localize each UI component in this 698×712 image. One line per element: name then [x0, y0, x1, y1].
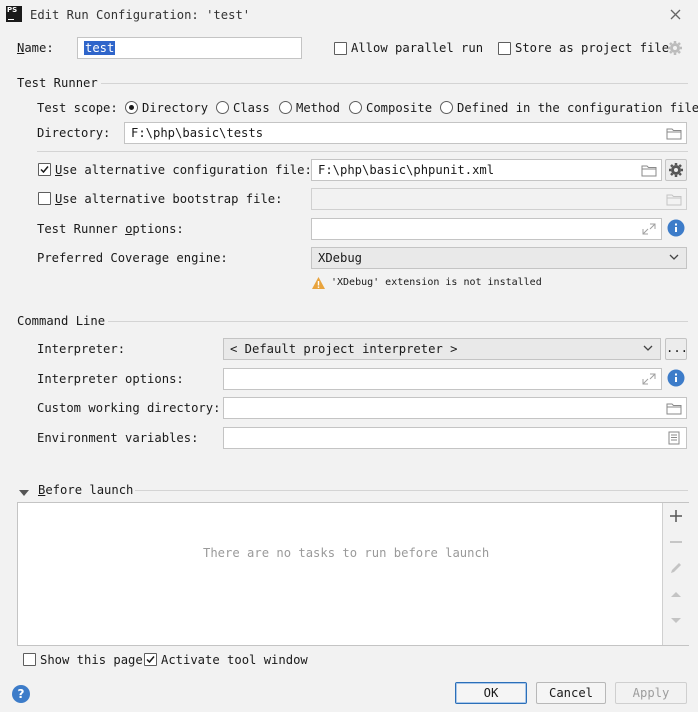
warning-text: 'XDebug' extension is not installed — [331, 277, 542, 288]
scope-label-defined-in-config: Defined in the configuration file — [457, 101, 698, 115]
move-up-icon[interactable] — [669, 587, 683, 601]
coverage-label: Preferred Coverage engine: — [37, 251, 228, 265]
alt-config-label-rest: se alternative configuration file: — [62, 163, 312, 177]
scope-label-class: Class — [233, 101, 270, 115]
test-runner-separator — [101, 83, 688, 84]
close-icon[interactable] — [669, 8, 683, 22]
interpreter-browse-button[interactable]: ... — [665, 338, 689, 360]
interpreter-value: < Default project interpreter > — [230, 342, 458, 356]
alt-bootstrap-field — [311, 188, 687, 210]
store-project-label: Store as project file — [515, 41, 670, 55]
move-down-icon[interactable] — [669, 613, 683, 627]
before-launch-separator — [135, 490, 688, 491]
alt-config-checkbox[interactable] — [38, 163, 51, 176]
coverage-engine-select[interactable]: XDebug — [311, 247, 687, 269]
folder-icon[interactable] — [666, 401, 682, 415]
info-icon[interactable] — [667, 219, 685, 237]
test-runner-section-title: Test Runner — [17, 76, 98, 90]
remove-icon[interactable] — [669, 535, 683, 549]
add-icon[interactable] — [669, 509, 683, 523]
store-project-checkbox[interactable] — [498, 42, 511, 55]
title-bar: PS Edit Run Configuration: 'test' — [0, 0, 698, 30]
alt-config-field[interactable]: F:\php\basic\phpunit.xml — [311, 159, 662, 181]
expand-icon[interactable] — [641, 222, 657, 236]
scope-radio-class[interactable] — [216, 101, 229, 114]
show-page-checkbox[interactable] — [23, 653, 36, 666]
before-launch-title-rest: efore launch — [45, 483, 134, 497]
activate-tool-label: Activate tool window — [161, 653, 308, 667]
ok-button[interactable]: OK — [455, 682, 527, 704]
options-separator — [37, 151, 688, 152]
document-icon[interactable] — [666, 431, 682, 445]
gear-icon[interactable] — [667, 40, 683, 56]
interpreter-select[interactable]: < Default project interpreter > — [223, 338, 661, 360]
name-label-rest: ame: — [24, 41, 54, 55]
directory-field[interactable]: F:\php\basic\tests — [124, 122, 687, 144]
window-title: Edit Run Configuration: 'test' — [30, 8, 251, 22]
interpreter-label: Interpreter: — [37, 342, 126, 356]
allow-parallel-label: Allow parallel run — [351, 41, 484, 55]
directory-value: F:\php\basic\tests — [131, 126, 264, 140]
coverage-engine-value: XDebug — [318, 251, 363, 265]
scope-label-directory: Directory — [142, 101, 209, 115]
alt-config-value: F:\php\basic\phpunit.xml — [318, 163, 495, 177]
allow-parallel-checkbox[interactable] — [334, 42, 347, 55]
edit-pencil-icon[interactable] — [669, 561, 683, 575]
folder-icon[interactable] — [666, 126, 682, 140]
name-field[interactable]: test — [77, 37, 302, 59]
directory-label: Directory: — [37, 126, 111, 140]
chevron-down-icon — [669, 254, 679, 260]
alt-bootstrap-label: Use alternative bootstrap file: — [55, 192, 283, 206]
test-scope-label: Test scope: — [37, 101, 118, 115]
phpstorm-app-icon: PS — [6, 6, 22, 22]
interp-options-label: Interpreter options: — [37, 372, 184, 386]
gear-icon — [669, 163, 683, 177]
runner-options-label-rest: ptions: — [132, 222, 184, 236]
checkmark-icon — [146, 656, 155, 664]
runner-options-label: Test Runner options: — [37, 222, 184, 236]
name-label: Name: — [17, 41, 54, 55]
scope-radio-composite[interactable] — [349, 101, 362, 114]
env-vars-field[interactable] — [223, 427, 687, 449]
before-launch-title: Before launch — [38, 483, 134, 497]
working-dir-field[interactable] — [223, 397, 687, 419]
folder-icon[interactable] — [641, 163, 657, 177]
checkmark-icon — [40, 166, 49, 174]
alt-bootstrap-label-rest: se alternative bootstrap file: — [62, 192, 283, 206]
cancel-button[interactable]: Cancel — [536, 682, 606, 704]
chevron-down-icon — [643, 345, 653, 351]
collapse-triangle-icon[interactable] — [19, 486, 29, 496]
runner-options-field[interactable] — [311, 218, 662, 240]
before-launch-toolbar — [662, 503, 689, 645]
warning-icon — [311, 276, 326, 290]
help-icon[interactable]: ? — [12, 685, 30, 703]
show-page-label: Show this page — [40, 653, 143, 667]
scope-label-method: Method — [296, 101, 341, 115]
command-line-separator — [108, 321, 688, 322]
folder-icon — [666, 194, 682, 206]
expand-icon[interactable] — [641, 372, 657, 386]
alt-config-settings-button[interactable] — [665, 159, 687, 181]
activate-tool-checkbox[interactable] — [144, 653, 157, 666]
interp-options-field[interactable] — [223, 368, 662, 390]
working-dir-label: Custom working directory: — [37, 401, 221, 415]
interpreter-browse-label: ... — [666, 341, 689, 355]
scope-radio-method[interactable] — [279, 101, 292, 114]
scope-radio-directory[interactable] — [125, 101, 138, 114]
command-line-section-title: Command Line — [17, 314, 106, 328]
before-launch-panel: There are no tasks to run before launch — [17, 502, 689, 646]
scope-radio-defined-in-config[interactable] — [440, 101, 453, 114]
env-vars-label: Environment variables: — [37, 431, 199, 445]
apply-button[interactable]: Apply — [615, 682, 687, 704]
before-launch-empty-text: There are no tasks to run before launch — [203, 546, 490, 560]
info-icon[interactable] — [667, 369, 685, 387]
alt-bootstrap-checkbox[interactable] — [38, 192, 51, 205]
scope-label-composite: Composite — [366, 101, 433, 115]
alt-config-label: Use alternative configuration file: — [55, 163, 312, 177]
name-value: test — [84, 41, 116, 55]
